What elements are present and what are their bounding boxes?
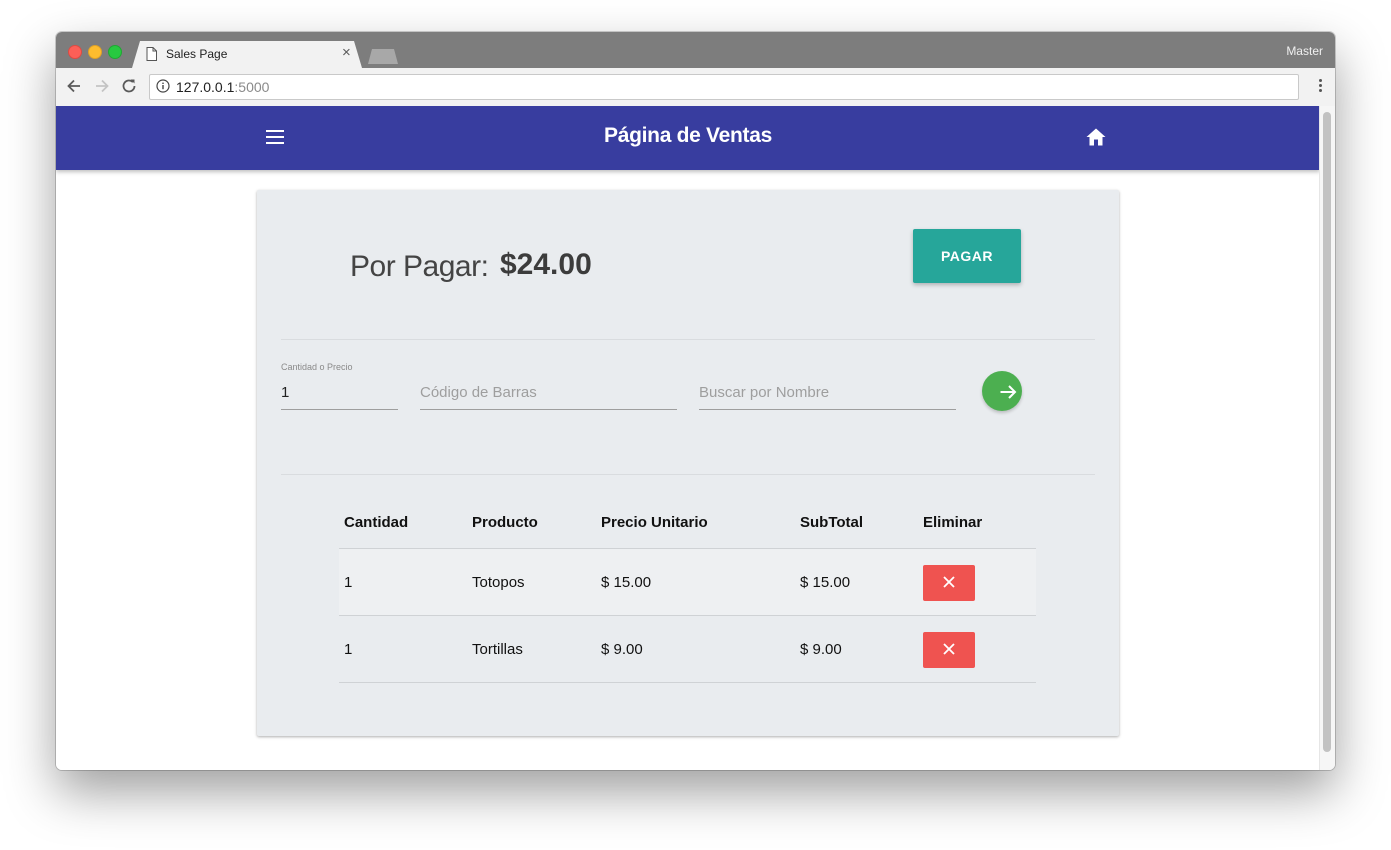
tab-title: Sales Page: [166, 47, 228, 61]
app-header: Página de Ventas: [56, 106, 1320, 170]
minimize-window-button[interactable]: [88, 45, 102, 59]
cell-eliminar: [918, 548, 1036, 616]
quantity-field: Cantidad o Precio: [281, 362, 398, 416]
items-table: Cantidad Producto Precio Unitario SubTot…: [339, 496, 1036, 683]
sales-card: Por Pagar: $24.00 PAGAR Cantidad o Preci…: [257, 190, 1119, 736]
divider: [281, 474, 1095, 475]
close-icon: [943, 575, 955, 588]
browser-toolbar: 127.0.0.1:5000: [56, 68, 1335, 107]
total-label: Por Pagar:: [350, 250, 489, 283]
quantity-label: Cantidad o Precio: [281, 362, 353, 372]
pay-button[interactable]: PAGAR: [913, 229, 1021, 283]
address-bar[interactable]: 127.0.0.1:5000: [149, 74, 1299, 100]
cell-cantidad: 1: [339, 548, 467, 616]
header-precio-unitario: Precio Unitario: [596, 496, 795, 549]
arrow-right-icon: [1000, 385, 1017, 399]
url-host: 127.0.0.1: [176, 79, 235, 95]
back-arrow-icon[interactable]: [64, 76, 84, 96]
cell-cantidad: 1: [339, 615, 467, 683]
add-item-button[interactable]: [982, 371, 1022, 411]
header-subtotal: SubTotal: [795, 496, 918, 549]
table-row: 1 Tortillas $ 9.00 $ 9.00: [339, 615, 1036, 683]
browser-tab-bar: Sales Page × Master: [56, 32, 1335, 68]
browser-window: Sales Page × Master 127.0.0.1:5000 Págin…: [56, 32, 1335, 770]
cell-subtotal: $ 15.00: [795, 548, 918, 616]
browser-menu-icon[interactable]: [1319, 79, 1323, 94]
reload-icon[interactable]: [119, 76, 139, 96]
document-icon: [146, 47, 157, 66]
header-producto: Producto: [467, 496, 596, 549]
home-icon[interactable]: [1086, 128, 1106, 151]
delete-row-button[interactable]: [923, 632, 975, 668]
browser-tab[interactable]: Sales Page ×: [132, 41, 362, 68]
quantity-input[interactable]: [281, 376, 398, 410]
delete-row-button[interactable]: [923, 565, 975, 601]
new-tab-button[interactable]: [368, 49, 398, 64]
info-icon[interactable]: [156, 79, 170, 98]
total-amount: $24.00: [500, 248, 592, 281]
name-search-input[interactable]: [699, 376, 956, 410]
cell-precio: $ 15.00: [596, 548, 795, 616]
cell-precio: $ 9.00: [596, 615, 795, 683]
page-title: Página de Ventas: [604, 124, 772, 147]
page-viewport: Página de Ventas Por Pagar: $24.00 PAGAR…: [56, 106, 1320, 770]
divider: [281, 339, 1095, 340]
barcode-field: [420, 362, 677, 416]
url-port: :5000: [234, 79, 270, 95]
cell-eliminar: [918, 615, 1036, 683]
cell-subtotal: $ 9.00: [795, 615, 918, 683]
name-search-field: [699, 362, 956, 416]
scrollbar-thumb[interactable]: [1323, 112, 1331, 752]
forward-arrow-icon[interactable]: [92, 76, 112, 96]
close-icon: [943, 642, 955, 655]
vertical-scrollbar[interactable]: [1319, 106, 1335, 770]
maximize-window-button[interactable]: [108, 45, 122, 59]
close-window-button[interactable]: [68, 45, 82, 59]
header-cantidad: Cantidad: [339, 496, 467, 549]
url-text: 127.0.0.1:5000: [176, 79, 269, 95]
profile-name[interactable]: Master: [1286, 44, 1323, 58]
header-eliminar: Eliminar: [918, 496, 1036, 549]
barcode-input[interactable]: [420, 376, 677, 410]
cell-producto: Totopos: [467, 548, 596, 616]
table-row: 1 Totopos $ 15.00 $ 15.00: [339, 548, 1036, 616]
table-header-row: Cantidad Producto Precio Unitario SubTot…: [339, 496, 1036, 549]
tab-close-icon[interactable]: ×: [342, 45, 351, 61]
cell-producto: Tortillas: [467, 615, 596, 683]
